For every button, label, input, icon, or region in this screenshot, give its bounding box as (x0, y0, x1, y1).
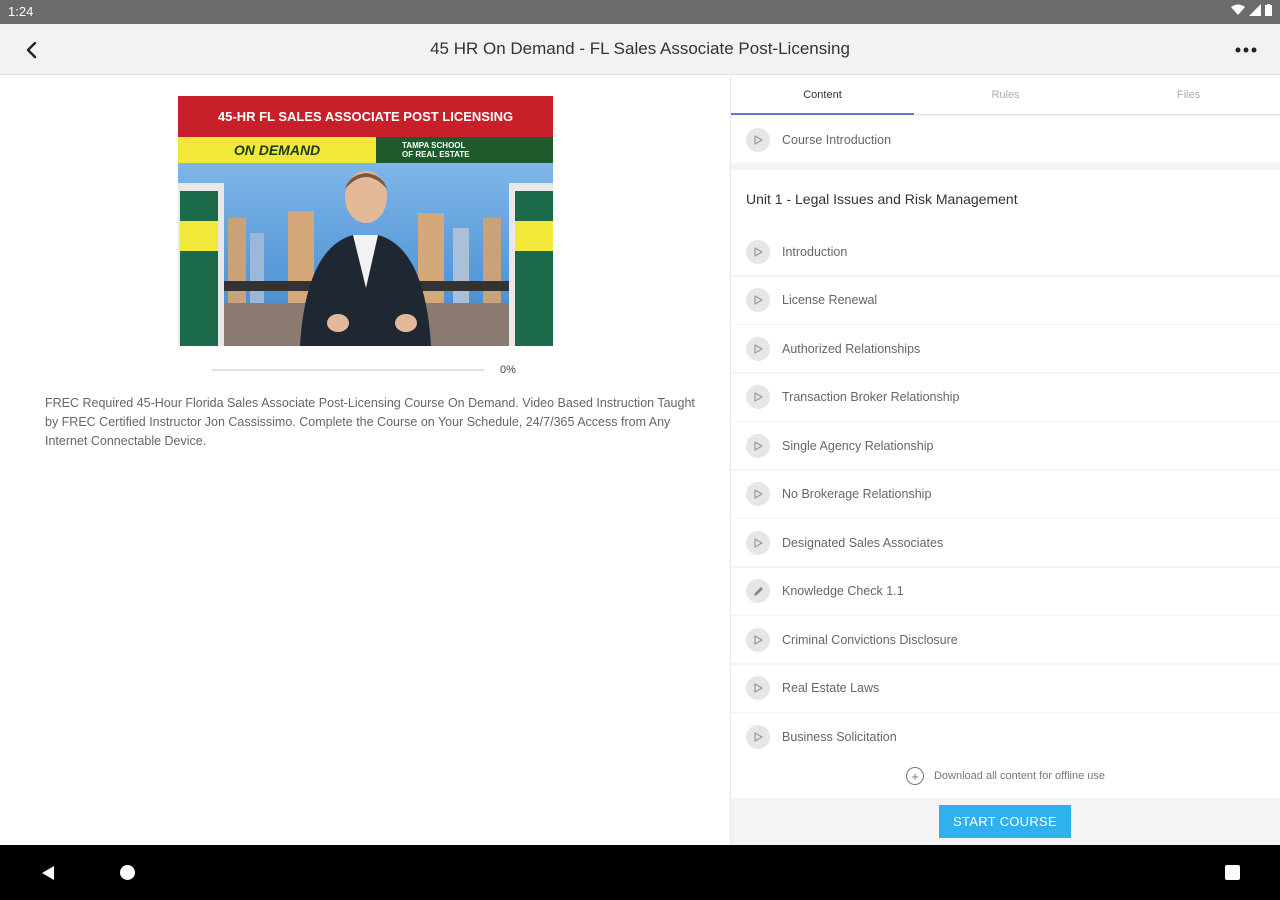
play-icon (746, 433, 770, 458)
school-logo-line1: TAMPA SCHOOL (402, 141, 466, 150)
list-item-label: Single Agency Relationship (782, 438, 934, 453)
list-item-label: Criminal Convictions Disclosure (782, 632, 958, 647)
play-icon (746, 530, 770, 555)
more-options-button[interactable] (1230, 34, 1262, 66)
list-item-course-introduction[interactable]: Course Introduction (731, 116, 1280, 163)
battery-icon (1265, 4, 1272, 19)
list-item-label: Real Estate Laws (782, 681, 880, 695)
progress-percent: 0% (500, 364, 516, 376)
list-item[interactable]: Business Solicitation (731, 713, 1280, 760)
more-icon (1235, 47, 1257, 53)
list-item-label: Introduction (782, 244, 848, 259)
progress-bar (212, 369, 484, 371)
status-icons (1231, 4, 1272, 19)
thumbnail-banner-on-demand: ON DEMAND (178, 137, 376, 163)
tab-files[interactable]: Files (1097, 76, 1280, 114)
list-item[interactable]: Criminal Convictions Disclosure (731, 616, 1280, 663)
signal-icon (1249, 4, 1261, 19)
tab-rules[interactable]: Rules (914, 76, 1097, 114)
download-plus-icon: + (905, 767, 924, 785)
course-description: FREC Required 45-Hour Florida Sales Asso… (45, 396, 695, 448)
system-nav-bar (0, 845, 1280, 900)
list-item-label: Knowledge Check 1.1 (782, 584, 904, 598)
list-item[interactable]: No Brokerage Relationship (731, 470, 1280, 518)
play-icon (746, 385, 770, 409)
download-offline-button[interactable]: + Download all content for offline use (731, 754, 1280, 798)
list-item-label: License Renewal (782, 293, 878, 307)
list-item[interactable]: License Renewal (731, 276, 1280, 324)
status-time: 1:24 (8, 4, 34, 19)
list-item-label: Business Solicitation (782, 729, 897, 744)
list-item-label: Authorized Relationships (782, 341, 921, 356)
list-item-label: Course Introduction (782, 132, 892, 147)
list-item[interactable]: Transaction Broker Relationship (731, 373, 1280, 421)
nav-recents-icon[interactable] (1225, 865, 1240, 880)
school-logo-line2: OF REAL ESTATE (402, 150, 470, 159)
play-icon (746, 239, 770, 264)
thumbnail-banner-title: 45-HR FL SALES ASSOCIATE POST LICENSING (178, 96, 553, 137)
list-item[interactable]: Real Estate Laws (731, 664, 1280, 712)
list-item-label: Designated Sales Associates (782, 535, 944, 550)
list-item[interactable]: Designated Sales Associates (731, 519, 1280, 566)
list-item-label: No Brokerage Relationship (782, 487, 932, 501)
course-overview-panel: 45-HR FL SALES ASSOCIATE POST LICENSING … (0, 76, 730, 845)
list-item[interactable]: Knowledge Check 1.1 (731, 567, 1280, 615)
play-icon (746, 627, 770, 652)
play-icon (746, 127, 770, 152)
app-bar: 45 HR On Demand - FL Sales Associate Pos… (0, 24, 1280, 75)
play-icon (746, 482, 770, 506)
unit-title: Unit 1 - Legal Issues and Risk Managemen… (731, 170, 1280, 228)
thumbnail-school-logo: TAMPA SCHOOL OF REAL ESTATE (376, 137, 553, 163)
course-thumbnail[interactable]: 45-HR FL SALES ASSOCIATE POST LICENSING … (178, 96, 553, 346)
play-icon (746, 336, 770, 361)
wifi-icon (1231, 4, 1245, 19)
course-content-panel: Content Rules Files Course Introduction … (731, 76, 1280, 845)
play-icon (746, 676, 770, 700)
page-title: 45 HR On Demand - FL Sales Associate Pos… (430, 39, 850, 58)
list-item[interactable]: Authorized Relationships (731, 325, 1280, 372)
start-course-button[interactable]: START COURSE (939, 805, 1071, 838)
download-offline-label: Download all content for offline use (933, 770, 1105, 782)
pencil-icon (746, 579, 770, 603)
list-item-label: Transaction Broker Relationship (782, 390, 960, 404)
nav-home-icon[interactable] (120, 865, 135, 880)
play-icon (746, 288, 770, 312)
tab-bar: Content Rules Files (731, 76, 1280, 115)
list-item[interactable]: Single Agency Relationship (731, 422, 1280, 469)
tab-content[interactable]: Content (731, 76, 914, 115)
status-bar: 1:24 (0, 0, 1280, 24)
instructor-image (178, 163, 553, 346)
play-icon (746, 724, 770, 749)
list-item[interactable]: Introduction (731, 228, 1280, 275)
nav-back-icon[interactable] (38, 863, 58, 883)
